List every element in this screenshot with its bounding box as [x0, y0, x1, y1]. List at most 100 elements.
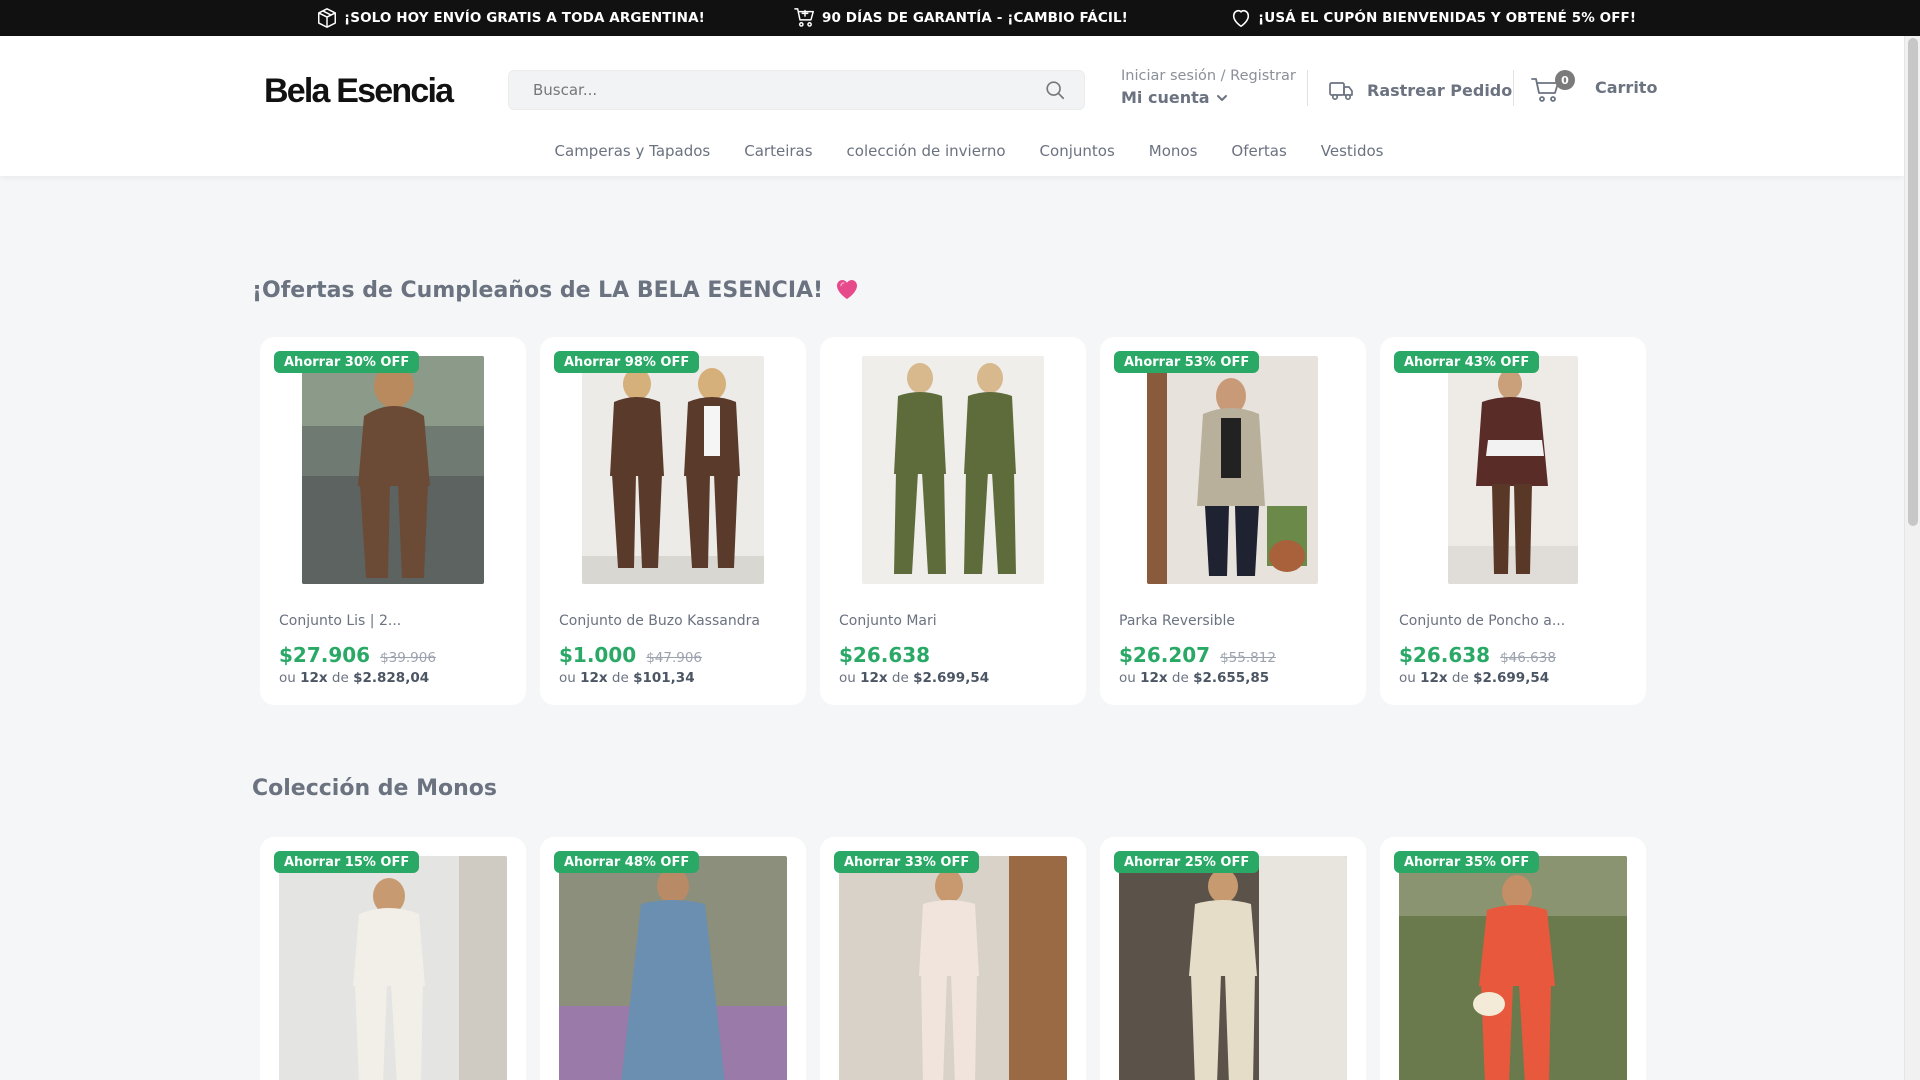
cart-button[interactable]: 0	[1531, 70, 1581, 110]
product-image[interactable]	[862, 356, 1044, 584]
cart-icon	[794, 8, 814, 27]
product-card[interactable]: Ahorrar 43% OFF Conjunto de Poncho a... …	[1380, 337, 1646, 705]
product-card[interactable]: Ahorrar 15% OFF	[260, 837, 526, 1080]
product-name[interactable]: Conjunto de Poncho a...	[1399, 613, 1629, 629]
nav-item-ofertas[interactable]: Ofertas	[1231, 142, 1286, 160]
product-card[interactable]: Ahorrar 98% OFF Conjunto de Buzo Kassand…	[540, 337, 806, 705]
track-order-link[interactable]: Rastrear Pedido	[1327, 76, 1512, 104]
nav-item-vestidos[interactable]: Vestidos	[1321, 142, 1384, 160]
inst-value: $2.699,54	[1473, 670, 1550, 686]
product-image[interactable]	[302, 356, 484, 584]
inst-value: $2.828,04	[353, 670, 430, 686]
site-logo[interactable]: Bela Esencia	[264, 72, 454, 111]
installments: ou 12x de $2.828,04	[279, 670, 429, 686]
section-title-monos: Colección de Monos	[252, 776, 497, 801]
heart-icon	[1232, 9, 1250, 28]
discount-badge: Ahorrar 30% OFF	[274, 351, 420, 373]
product-name[interactable]: Conjunto de Buzo Kassandra	[559, 613, 789, 629]
section-title-ofertas: ¡Ofertas de Cumpleaños de LA BELA ESENCI…	[252, 278, 859, 303]
account-menu[interactable]: Mi cuenta	[1121, 88, 1228, 107]
inst-prefix: ou	[559, 670, 576, 686]
inst-de: de	[891, 670, 909, 686]
product-image[interactable]	[839, 856, 1067, 1080]
product-image[interactable]	[1147, 356, 1318, 584]
installments: ou 12x de $2.655,85	[1119, 670, 1269, 686]
inst-prefix: ou	[1119, 670, 1136, 686]
inst-prefix: ou	[1399, 670, 1416, 686]
inst-count: 12x	[580, 670, 608, 686]
inst-value: $2.655,85	[1193, 670, 1270, 686]
product-name[interactable]: Parka Reversible	[1119, 613, 1349, 629]
product-image[interactable]	[279, 856, 507, 1080]
inst-count: 12x	[860, 670, 888, 686]
product-price: $1.000 $47.906	[559, 643, 702, 667]
discount-badge: Ahorrar 33% OFF	[834, 851, 980, 873]
product-price: $26.638	[839, 643, 940, 667]
old-price: $47.906	[646, 650, 703, 666]
search-input[interactable]	[509, 71, 1029, 109]
nav-item-camperas[interactable]: Camperas y Tapados	[547, 142, 711, 160]
inst-de: de	[331, 670, 349, 686]
product-card[interactable]: Ahorrar 33% OFF	[820, 837, 1086, 1080]
product-card[interactable]: Ahorrar 53% OFF Parka Reversible $26.207…	[1100, 337, 1366, 705]
discount-badge: Ahorrar 35% OFF	[1394, 851, 1540, 873]
product-image[interactable]	[1119, 856, 1347, 1080]
current-price: $27.906	[279, 643, 371, 667]
announcement-text: ¡USÁ EL CUPÓN BIENVENIDA5 Y OBTENÉ 5% OF…	[1258, 10, 1637, 26]
announcement-text: 90 DÍAS DE GARANTÍA - ¡CAMBIO FÁCIL!	[822, 10, 1128, 26]
inst-count: 12x	[300, 670, 328, 686]
announcement-text: ¡SOLO HOY ENVÍO GRATIS A TODA ARGENTINA!	[344, 10, 705, 26]
section-title-text: ¡Ofertas de Cumpleaños de LA BELA ESENCI…	[252, 278, 824, 303]
login-register-link[interactable]: Iniciar sesión / Registrar	[1121, 68, 1296, 84]
discount-badge: Ahorrar 25% OFF	[1114, 851, 1260, 873]
site-header: Bela Esencia Iniciar sesión / Registrar …	[0, 36, 1904, 176]
old-price: $55.812	[1220, 650, 1276, 666]
installments: ou 12x de $101,34	[559, 670, 695, 686]
inst-de: de	[611, 670, 629, 686]
truck-icon	[1329, 82, 1353, 101]
installments: ou 12x de $2.699,54	[1399, 670, 1549, 686]
nav-item-conjuntos[interactable]: Conjuntos	[1040, 142, 1115, 160]
nav-item-monos[interactable]: Monos	[1149, 142, 1198, 160]
product-price: $26.638 $46.638	[1399, 643, 1556, 667]
product-card[interactable]: Ahorrar 25% OFF	[1100, 837, 1366, 1080]
product-image[interactable]	[1399, 856, 1627, 1080]
inst-value: $101,34	[633, 670, 695, 686]
inst-prefix: ou	[839, 670, 856, 686]
product-card[interactable]: Ahorrar 30% OFF Conjunto Lis | 2... $27.…	[260, 337, 526, 705]
old-price: $46.638	[1500, 650, 1556, 666]
inst-de: de	[1451, 670, 1469, 686]
discount-badge: Ahorrar 43% OFF	[1394, 351, 1540, 373]
inst-de: de	[1171, 670, 1189, 686]
announcement-coupon: ¡USÁ EL CUPÓN BIENVENIDA5 Y OBTENÉ 5% OF…	[1230, 0, 1636, 36]
product-card[interactable]: Conjunto Mari $26.638 ou 12x de $2.699,5…	[820, 337, 1086, 705]
page-scrollbar[interactable]	[1904, 36, 1920, 1080]
product-image[interactable]	[582, 356, 764, 584]
pink-heart-icon	[836, 280, 857, 299]
main-nav: Camperas y Tapados Carteiras colección d…	[0, 136, 1904, 166]
product-price: $27.906 $39.906	[279, 643, 436, 667]
current-price: $26.207	[1119, 643, 1211, 667]
product-image[interactable]	[559, 856, 787, 1080]
search-icon[interactable]	[1044, 79, 1066, 101]
installments: ou 12x de $2.699,54	[839, 670, 989, 686]
nav-item-coleccion-invierno[interactable]: colección de invierno	[847, 142, 1006, 160]
current-price: $26.638	[1399, 643, 1491, 667]
announcement-shipping: ¡SOLO HOY ENVÍO GRATIS A TODA ARGENTINA!	[316, 0, 705, 36]
scrollbar-thumb[interactable]	[1908, 38, 1918, 526]
product-card[interactable]: Ahorrar 35% OFF	[1380, 837, 1646, 1080]
discount-badge: Ahorrar 15% OFF	[274, 851, 420, 873]
search-bar	[508, 70, 1085, 110]
cart-label[interactable]: Carrito	[1595, 78, 1657, 97]
inst-value: $2.699,54	[913, 670, 990, 686]
product-name[interactable]: Conjunto Lis | 2...	[279, 613, 509, 629]
nav-item-carteiras[interactable]: Carteiras	[744, 142, 812, 160]
divider	[1307, 70, 1308, 106]
product-card[interactable]: Ahorrar 48% OFF	[540, 837, 806, 1080]
discount-badge: Ahorrar 48% OFF	[554, 851, 700, 873]
discount-badge: Ahorrar 98% OFF	[554, 351, 700, 373]
product-image[interactable]	[1448, 356, 1578, 584]
chevron-down-icon	[1216, 94, 1227, 101]
product-name[interactable]: Conjunto Mari	[839, 613, 1069, 629]
old-price: $39.906	[380, 650, 436, 666]
